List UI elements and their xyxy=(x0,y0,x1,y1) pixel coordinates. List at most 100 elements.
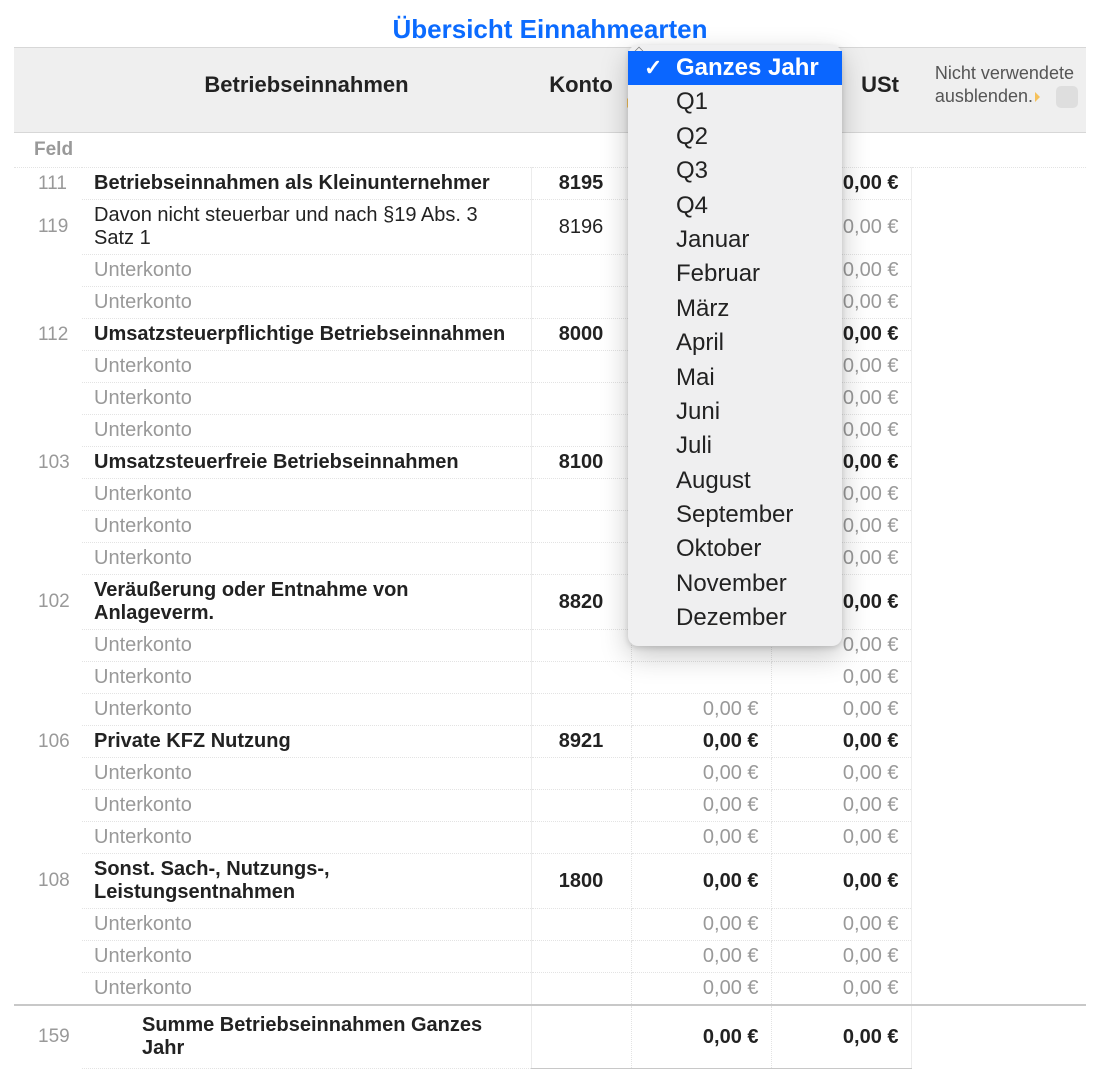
row-name[interactable]: Unterkonto xyxy=(82,287,531,319)
row-name[interactable]: Unterkonto xyxy=(82,543,531,575)
row-name[interactable]: Unterkonto xyxy=(82,511,531,543)
row-konto[interactable] xyxy=(531,255,631,287)
row-amount[interactable]: 0,00 € xyxy=(631,822,771,854)
row-name[interactable]: Veräußerung oder Entnahme von Anlageverm… xyxy=(82,575,531,630)
row-name[interactable]: Unterkonto xyxy=(82,415,531,447)
row-konto[interactable] xyxy=(531,909,631,941)
hide-unused-toggle[interactable]: Nicht verwendete ausblenden. xyxy=(935,62,1078,108)
table-row[interactable]: Unterkonto 0,00 € xyxy=(14,662,1086,694)
row-konto[interactable] xyxy=(531,662,631,694)
row-konto[interactable] xyxy=(531,822,631,854)
row-name[interactable]: Unterkonto xyxy=(82,758,531,790)
row-konto[interactable] xyxy=(531,287,631,319)
row-name[interactable]: Umsatzsteuerpflichtige Betriebseinnahmen xyxy=(82,319,531,351)
row-name[interactable]: Unterkonto xyxy=(82,383,531,415)
row-amount[interactable]: 0,00 € xyxy=(631,854,771,909)
row-ust[interactable]: 0,00 € xyxy=(771,854,911,909)
row-konto[interactable]: 8000 xyxy=(531,319,631,351)
row-konto[interactable] xyxy=(531,479,631,511)
period-dropdown[interactable]: ◇ Ganzes JahrQ1Q2Q3Q4JanuarFebruarMärzAp… xyxy=(628,45,842,646)
row-konto[interactable] xyxy=(531,383,631,415)
row-ust[interactable]: 0,00 € xyxy=(771,662,911,694)
table-row[interactable]: Unterkonto0,00 € xyxy=(14,383,1086,415)
row-amount[interactable] xyxy=(631,662,771,694)
period-option[interactable]: Q2 xyxy=(628,120,842,154)
row-ust[interactable]: 0,00 € xyxy=(771,909,911,941)
row-name[interactable]: Unterkonto xyxy=(82,941,531,973)
row-ust[interactable]: 0,00 € xyxy=(771,822,911,854)
row-ust[interactable]: 0,00 € xyxy=(771,694,911,726)
row-name[interactable]: Davon nicht steuerbar und nach §19 Abs. … xyxy=(82,200,531,255)
row-name[interactable]: Unterkonto xyxy=(82,822,531,854)
row-ust[interactable]: 0,00 € xyxy=(771,726,911,758)
row-name[interactable]: Unterkonto xyxy=(82,662,531,694)
row-name[interactable]: Unterkonto xyxy=(82,973,531,1006)
row-konto[interactable]: 8921 xyxy=(531,726,631,758)
row-name[interactable]: Unterkonto xyxy=(82,351,531,383)
table-row[interactable]: 106Private KFZ Nutzung89210,00 €0,00 € xyxy=(14,726,1086,758)
table-row[interactable]: Unterkonto 0,00 €0,00 € xyxy=(14,694,1086,726)
row-amount[interactable]: 0,00 € xyxy=(631,941,771,973)
table-row[interactable]: 112Umsatzsteuerpflichtige Betriebseinnah… xyxy=(14,319,1086,351)
row-name[interactable]: Betriebseinnahmen als Kleinunternehmer xyxy=(82,168,531,200)
row-name[interactable]: Unterkonto xyxy=(82,255,531,287)
row-amount[interactable]: 0,00 € xyxy=(631,758,771,790)
row-konto[interactable] xyxy=(531,941,631,973)
table-row[interactable]: 111Betriebseinnahmen als Kleinunternehme… xyxy=(14,168,1086,200)
row-konto[interactable]: 8196 xyxy=(531,200,631,255)
period-option[interactable]: Q1 xyxy=(628,85,842,119)
period-option[interactable]: Juni xyxy=(628,395,842,429)
table-row[interactable]: Unterkonto0,00 € xyxy=(14,630,1086,662)
row-konto[interactable] xyxy=(531,790,631,822)
row-amount[interactable]: 0,00 € xyxy=(631,694,771,726)
period-option[interactable]: Januar xyxy=(628,223,842,257)
table-row[interactable]: Unterkonto0,00 € xyxy=(14,255,1086,287)
row-konto[interactable] xyxy=(531,973,631,1006)
col-konto[interactable]: Konto xyxy=(531,48,631,133)
period-option[interactable]: September xyxy=(628,498,842,532)
row-konto[interactable] xyxy=(531,694,631,726)
row-ust[interactable]: 0,00 € xyxy=(771,758,911,790)
period-option[interactable]: Oktober xyxy=(628,532,842,566)
period-option[interactable]: April xyxy=(628,326,842,360)
row-name[interactable]: Sonst. Sach-, Nutzungs-, Leistungsentnah… xyxy=(82,854,531,909)
table-row[interactable]: Unterkonto 0,00 €0,00 € xyxy=(14,758,1086,790)
period-option[interactable]: August xyxy=(628,464,842,498)
row-konto[interactable]: 1800 xyxy=(531,854,631,909)
row-konto[interactable] xyxy=(531,415,631,447)
period-option[interactable]: Februar xyxy=(628,257,842,291)
table-row[interactable]: Unterkonto0,00 € xyxy=(14,415,1086,447)
row-name[interactable]: Unterkonto xyxy=(82,909,531,941)
hide-unused-checkbox[interactable] xyxy=(1056,86,1078,108)
row-amount[interactable]: 0,00 € xyxy=(631,726,771,758)
period-option[interactable]: Mai xyxy=(628,361,842,395)
table-row[interactable]: Unterkonto 0,00 €0,00 € xyxy=(14,941,1086,973)
row-amount[interactable]: 0,00 € xyxy=(631,973,771,1006)
row-name[interactable]: Unterkonto xyxy=(82,630,531,662)
row-name[interactable]: Umsatzsteuerfreie Betriebseinnahmen xyxy=(82,447,531,479)
period-option[interactable]: November xyxy=(628,567,842,601)
row-ust[interactable]: 0,00 € xyxy=(771,941,911,973)
row-konto[interactable] xyxy=(531,630,631,662)
table-row[interactable]: Unterkonto0,00 €0,00 € xyxy=(14,790,1086,822)
table-row[interactable]: 102Veräußerung oder Entnahme von Anlagev… xyxy=(14,575,1086,630)
row-konto[interactable]: 8195 xyxy=(531,168,631,200)
table-row[interactable]: 108Sonst. Sach-, Nutzungs-, Leistungsent… xyxy=(14,854,1086,909)
row-konto[interactable] xyxy=(531,543,631,575)
table-row[interactable]: Unterkonto0,00 € xyxy=(14,351,1086,383)
table-row[interactable]: Unterkonto0,00 € xyxy=(14,287,1086,319)
period-option[interactable]: Ganzes Jahr xyxy=(628,51,842,85)
table-row[interactable]: Unterkonto 0,00 €0,00 € xyxy=(14,909,1086,941)
table-row[interactable]: Unterkonto0,00 € xyxy=(14,511,1086,543)
table-row[interactable]: 103Umsatzsteuerfreie Betriebseinnahmen81… xyxy=(14,447,1086,479)
row-konto[interactable] xyxy=(531,758,631,790)
row-amount[interactable]: 0,00 € xyxy=(631,909,771,941)
row-konto[interactable] xyxy=(531,351,631,383)
table-row[interactable]: Unterkonto0,00 €0,00 € xyxy=(14,973,1086,1006)
row-ust[interactable]: 0,00 € xyxy=(771,790,911,822)
row-konto[interactable]: 8100 xyxy=(531,447,631,479)
row-name[interactable]: Unterkonto xyxy=(82,790,531,822)
row-konto[interactable] xyxy=(531,511,631,543)
period-option[interactable]: Q3 xyxy=(628,154,842,188)
row-name[interactable]: Unterkonto xyxy=(82,694,531,726)
